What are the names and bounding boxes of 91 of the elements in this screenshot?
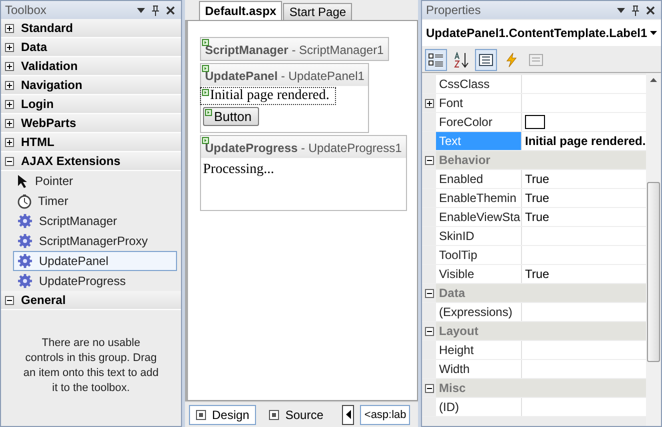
toolbox-item[interactable]: ScriptManager xyxy=(13,211,177,231)
view-tab[interactable]: Design xyxy=(189,404,256,424)
categorized-icon xyxy=(428,52,444,68)
sort-az-icon xyxy=(453,52,469,68)
property-row[interactable]: EnableViewSta True xyxy=(422,208,646,227)
toolbox-group[interactable]: Standard xyxy=(1,19,181,38)
property-row[interactable]: Height xyxy=(422,341,646,360)
script-manager-control[interactable]: ScriptManager - ScriptManager1 xyxy=(200,37,389,61)
property-row[interactable]: Width xyxy=(422,360,646,379)
property-row[interactable]: Enabled True xyxy=(422,170,646,189)
property-row[interactable]: ToolTip xyxy=(422,246,646,265)
label-control[interactable]: Initial page rendered. xyxy=(200,87,336,105)
toolbox-item[interactable]: Pointer xyxy=(13,171,177,191)
toolbox-group[interactable]: General xyxy=(1,291,181,310)
toolbar-button[interactable] xyxy=(475,48,497,70)
toolbox-group[interactable]: Validation xyxy=(1,57,181,76)
scroll-left-button[interactable] xyxy=(342,404,354,424)
expand-icon[interactable] xyxy=(5,100,14,108)
control-header: UpdatePanel - UpdatePanel1 xyxy=(201,64,368,86)
property-row[interactable]: EnableThemin True xyxy=(422,189,646,208)
property-row[interactable]: ForeColor xyxy=(422,113,646,132)
collapse-icon[interactable] xyxy=(424,384,434,392)
left-arrow-icon xyxy=(346,410,351,419)
object-selector[interactable]: UpdatePanel1.ContentTemplate.Label1 xyxy=(422,20,661,46)
smart-tag-icon[interactable] xyxy=(205,109,212,116)
tag-breadcrumb[interactable]: <asp:lab xyxy=(360,404,410,424)
gear-icon xyxy=(17,233,33,249)
toolbox-group[interactable]: HTML xyxy=(1,133,181,152)
toolbox-group[interactable]: Navigation xyxy=(1,76,181,95)
toolbox-item[interactable]: UpdatePanel xyxy=(13,251,177,271)
gear-icon xyxy=(17,273,33,289)
pointer-icon xyxy=(17,174,29,188)
collapse-icon[interactable] xyxy=(5,296,14,304)
pin-icon[interactable] xyxy=(631,4,640,16)
toolbox-item[interactable]: UpdateProgress xyxy=(13,271,177,291)
dropdown-icon xyxy=(650,31,657,35)
smart-tag-icon[interactable] xyxy=(202,65,209,72)
expand-icon[interactable] xyxy=(424,98,434,108)
property-row[interactable]: Text Initial page rendered. xyxy=(422,132,646,151)
scrollbar[interactable] xyxy=(646,73,661,426)
update-panel-control[interactable]: UpdatePanel - UpdatePanel1 Initial page rendered. Button xyxy=(200,63,370,133)
property-row[interactable]: CssClass xyxy=(422,75,646,94)
dropdown-icon[interactable] xyxy=(617,8,625,12)
toolbox-group[interactable]: Data xyxy=(1,38,181,57)
property-row[interactable]: (Expressions) xyxy=(422,303,646,322)
document-tab[interactable]: Default.aspx xyxy=(199,1,282,20)
smart-tag-icon[interactable] xyxy=(202,39,209,46)
expand-icon[interactable] xyxy=(5,138,14,146)
close-icon[interactable] xyxy=(646,6,655,14)
collapse-icon[interactable] xyxy=(5,156,14,166)
property-list-icon xyxy=(478,52,494,68)
property-row[interactable]: Font xyxy=(422,94,646,113)
control-header: UpdateProgress - UpdateProgress1 xyxy=(201,136,406,158)
property-row[interactable]: (ID) xyxy=(422,398,646,417)
collapse-icon[interactable] xyxy=(424,156,434,164)
expand-icon[interactable] xyxy=(5,118,14,128)
expand-icon[interactable] xyxy=(5,42,14,52)
toolbar-button[interactable] xyxy=(425,48,447,70)
toolbox-group[interactable]: Login xyxy=(1,95,181,114)
expand-icon[interactable] xyxy=(5,62,14,70)
gear-icon xyxy=(17,253,33,269)
update-progress-control[interactable]: UpdateProgress - UpdateProgress1 Processing... xyxy=(200,135,407,211)
source-view-icon xyxy=(269,410,280,420)
expand-icon[interactable] xyxy=(5,24,14,32)
dropdown-icon[interactable] xyxy=(137,8,145,12)
property-row[interactable]: SkinID xyxy=(422,227,646,246)
empty-group-message: There are no usable controls in this group. Drag an item onto this text to add it to the toolbox. xyxy=(22,336,160,396)
toolbox-item[interactable]: Timer xyxy=(13,191,177,211)
property-pages-icon xyxy=(528,52,544,68)
close-icon[interactable] xyxy=(166,6,175,14)
smart-tag-icon[interactable] xyxy=(202,137,209,144)
property-row[interactable]: Visible True xyxy=(422,265,646,284)
color-swatch xyxy=(525,115,545,129)
panel-title: Toolbox xyxy=(5,3,46,17)
toolbox-item[interactable]: ScriptManagerProxy xyxy=(13,231,177,251)
view-tab[interactable]: Source xyxy=(262,404,330,424)
design-view-icon xyxy=(196,410,206,420)
pin-icon[interactable] xyxy=(151,4,160,16)
expand-icon[interactable] xyxy=(5,80,14,90)
smart-tag-icon[interactable] xyxy=(202,89,209,96)
panel-title: Properties xyxy=(426,3,481,17)
scroll-up-icon[interactable] xyxy=(650,78,657,82)
gear-icon xyxy=(17,213,33,229)
collapse-icon[interactable] xyxy=(424,326,434,336)
progress-template-text: Processing... xyxy=(202,161,276,179)
document-tab[interactable]: Start Page xyxy=(283,3,352,20)
button-control[interactable]: Button xyxy=(203,107,259,126)
toolbox-group[interactable]: AJAX Extensions xyxy=(1,152,181,171)
collapse-icon[interactable] xyxy=(424,288,434,298)
toolbox-group[interactable]: WebParts xyxy=(1,114,181,133)
stopwatch-icon xyxy=(17,194,32,208)
